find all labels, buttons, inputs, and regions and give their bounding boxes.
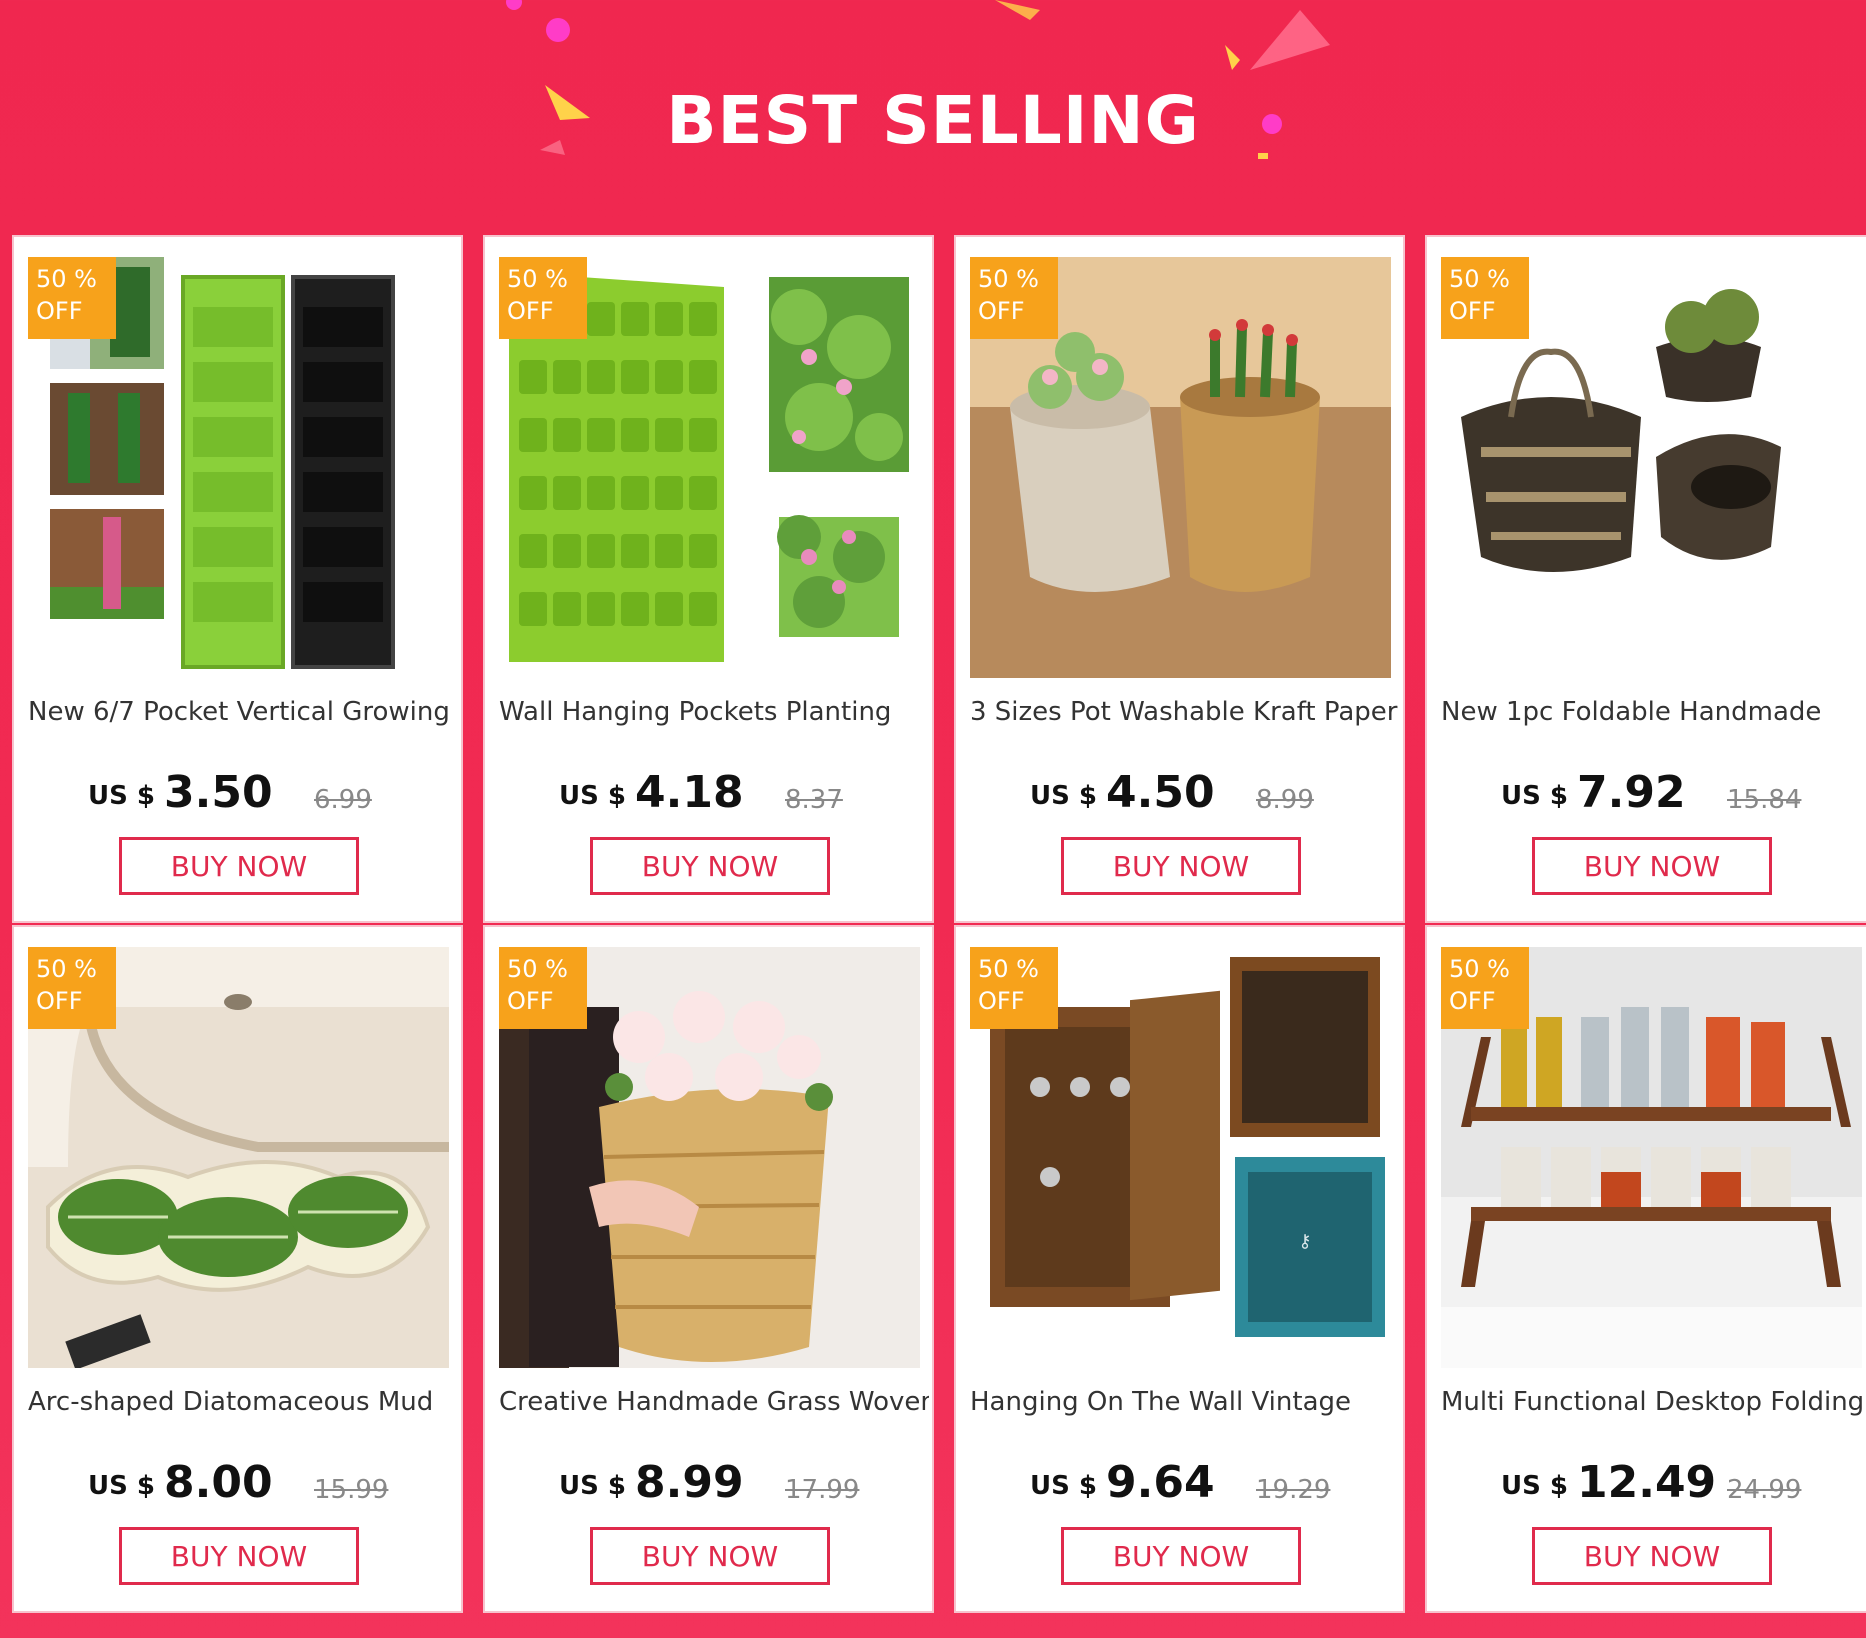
sale-price: 12.49 bbox=[1577, 1457, 1717, 1508]
discount-off: OFF bbox=[36, 987, 83, 1015]
product-title[interactable]: Arc-shaped Diatomaceous Mud bbox=[28, 1387, 458, 1417]
discount-off: OFF bbox=[1449, 987, 1496, 1015]
page-title: BEST SELLING bbox=[666, 82, 1200, 159]
sale-price: 8.00 bbox=[164, 1457, 273, 1508]
original-price: 15.84 bbox=[1727, 785, 1802, 815]
discount-off: OFF bbox=[978, 297, 1025, 325]
product-image[interactable]: 50 % OFF bbox=[970, 257, 1391, 678]
product-card[interactable]: ⚷ 50 % OFF Hanging On The Wall Vintage U… bbox=[954, 925, 1405, 1613]
original-price: 6.99 bbox=[314, 785, 372, 815]
currency-label: US $ bbox=[88, 781, 155, 811]
currency-label: US $ bbox=[1030, 781, 1097, 811]
product-title[interactable]: New 6/7 Pocket Vertical Growing bbox=[28, 697, 458, 727]
discount-percent: 50 % bbox=[36, 265, 97, 293]
discount-percent: 50 % bbox=[507, 955, 568, 983]
product-image[interactable]: 50 % OFF bbox=[1441, 947, 1862, 1368]
product-card[interactable]: 50 % OFF Creative Handmade Grass Woven U… bbox=[483, 925, 934, 1613]
price-row: US $ 4.50 8.99 bbox=[956, 767, 1403, 827]
discount-badge: 50 % OFF bbox=[1441, 947, 1529, 1029]
discount-badge: 50 % OFF bbox=[970, 947, 1058, 1029]
product-title[interactable]: New 1pc Foldable Handmade bbox=[1441, 697, 1866, 727]
price-row: US $ 9.64 19.29 bbox=[956, 1457, 1403, 1517]
sale-price: 4.50 bbox=[1106, 767, 1215, 818]
currency-label: US $ bbox=[1030, 1471, 1097, 1501]
currency-label: US $ bbox=[559, 781, 626, 811]
product-title[interactable]: Multi Functional Desktop Folding bbox=[1441, 1387, 1866, 1417]
discount-off: OFF bbox=[978, 987, 1025, 1015]
discount-badge: 50 % OFF bbox=[28, 947, 116, 1029]
price-row: US $ 8.00 15.99 bbox=[14, 1457, 461, 1517]
product-image[interactable]: 50 % OFF bbox=[499, 947, 920, 1368]
product-title[interactable]: Hanging On The Wall Vintage bbox=[970, 1387, 1400, 1417]
banner: BEST SELLING bbox=[0, 0, 1866, 235]
discount-percent: 50 % bbox=[1449, 955, 1510, 983]
product-card[interactable]: 50 % OFF Wall Hanging Pockets Planting U… bbox=[483, 235, 934, 923]
discount-badge: 50 % OFF bbox=[28, 257, 116, 339]
buy-now-button[interactable]: BUY NOW bbox=[1532, 837, 1772, 895]
buy-now-button[interactable]: BUY NOW bbox=[590, 1527, 830, 1585]
discount-badge: 50 % OFF bbox=[1441, 257, 1529, 339]
currency-label: US $ bbox=[88, 1471, 155, 1501]
discount-off: OFF bbox=[1449, 297, 1496, 325]
discount-percent: 50 % bbox=[507, 265, 568, 293]
discount-badge: 50 % OFF bbox=[499, 257, 587, 339]
price-row: US $ 12.49 24.99 bbox=[1427, 1457, 1866, 1517]
product-card[interactable]: 50 % OFF New 6/7 Pocket Vertical Growing… bbox=[12, 235, 463, 923]
product-card[interactable]: 50 % OFF New 1pc Foldable Handmade US $ … bbox=[1425, 235, 1866, 923]
product-title[interactable]: 3 Sizes Pot Washable Kraft Paper bbox=[970, 697, 1400, 727]
discount-off: OFF bbox=[36, 297, 83, 325]
discount-percent: 50 % bbox=[978, 265, 1039, 293]
currency-label: US $ bbox=[1501, 781, 1568, 811]
product-card[interactable]: 50 % OFF Arc-shaped Diatomaceous Mud US … bbox=[12, 925, 463, 1613]
discount-badge: 50 % OFF bbox=[970, 257, 1058, 339]
price-row: US $ 7.92 15.84 bbox=[1427, 767, 1866, 827]
sale-price: 3.50 bbox=[164, 767, 273, 818]
sale-price: 4.18 bbox=[635, 767, 744, 818]
product-grid: 50 % OFF New 6/7 Pocket Vertical Growing… bbox=[12, 235, 1866, 1613]
discount-percent: 50 % bbox=[1449, 265, 1510, 293]
product-title[interactable]: Wall Hanging Pockets Planting bbox=[499, 697, 929, 727]
product-image[interactable]: 50 % OFF bbox=[1441, 257, 1862, 678]
currency-label: US $ bbox=[559, 1471, 626, 1501]
product-image[interactable]: ⚷ 50 % OFF bbox=[970, 947, 1391, 1368]
product-image[interactable]: 50 % OFF bbox=[28, 947, 449, 1368]
discount-percent: 50 % bbox=[36, 955, 97, 983]
buy-now-button[interactable]: BUY NOW bbox=[119, 837, 359, 895]
buy-now-button[interactable]: BUY NOW bbox=[119, 1527, 359, 1585]
buy-now-button[interactable]: BUY NOW bbox=[1061, 837, 1301, 895]
sale-price: 8.99 bbox=[635, 1457, 744, 1508]
sale-price: 7.92 bbox=[1577, 767, 1686, 818]
original-price: 8.37 bbox=[785, 785, 843, 815]
discount-off: OFF bbox=[507, 987, 554, 1015]
product-image[interactable]: 50 % OFF bbox=[499, 257, 920, 678]
discount-off: OFF bbox=[507, 297, 554, 325]
price-row: US $ 8.99 17.99 bbox=[485, 1457, 932, 1517]
product-title[interactable]: Creative Handmade Grass Woven bbox=[499, 1387, 929, 1417]
discount-percent: 50 % bbox=[978, 955, 1039, 983]
price-row: US $ 3.50 6.99 bbox=[14, 767, 461, 827]
original-price: 15.99 bbox=[314, 1475, 389, 1505]
currency-label: US $ bbox=[1501, 1471, 1568, 1501]
buy-now-button[interactable]: BUY NOW bbox=[590, 837, 830, 895]
original-price: 24.99 bbox=[1727, 1475, 1802, 1505]
original-price: 8.99 bbox=[1256, 785, 1314, 815]
product-card[interactable]: 50 % OFF 3 Sizes Pot Washable Kraft Pape… bbox=[954, 235, 1405, 923]
price-row: US $ 4.18 8.37 bbox=[485, 767, 932, 827]
product-image[interactable]: 50 % OFF bbox=[28, 257, 449, 678]
discount-badge: 50 % OFF bbox=[499, 947, 587, 1029]
buy-now-button[interactable]: BUY NOW bbox=[1061, 1527, 1301, 1585]
buy-now-button[interactable]: BUY NOW bbox=[1532, 1527, 1772, 1585]
sale-price: 9.64 bbox=[1106, 1457, 1215, 1508]
original-price: 19.29 bbox=[1256, 1475, 1331, 1505]
svg-text:⚷: ⚷ bbox=[1298, 1231, 1311, 1252]
product-card[interactable]: 50 % OFF Multi Functional Desktop Foldin… bbox=[1425, 925, 1866, 1613]
original-price: 17.99 bbox=[785, 1475, 860, 1505]
